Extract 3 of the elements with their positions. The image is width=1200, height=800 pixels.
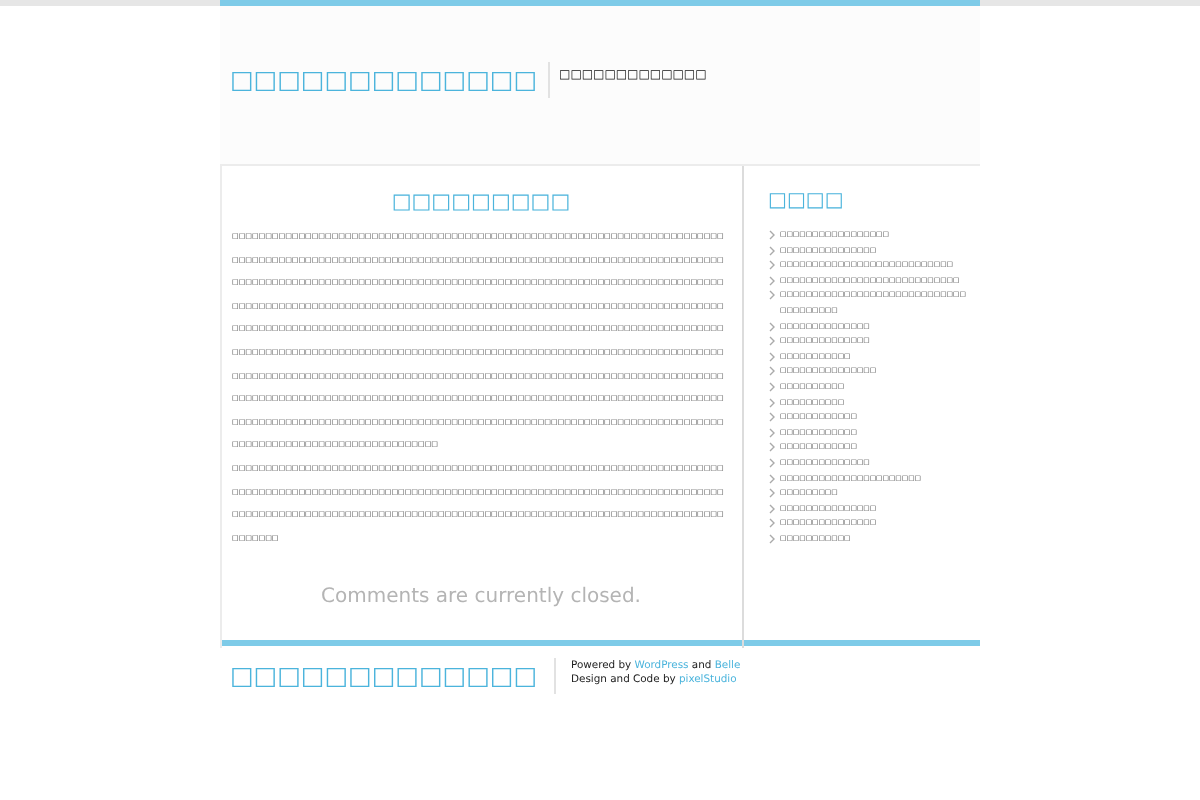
sidebar-title: □□□□ <box>768 190 846 212</box>
comments-closed-note: Comments are currently closed. <box>319 586 643 609</box>
post-title: □□□□□□□□□ <box>389 190 573 214</box>
